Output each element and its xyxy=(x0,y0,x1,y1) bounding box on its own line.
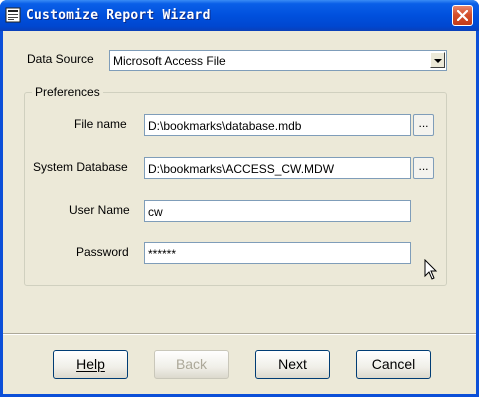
back-button: Back xyxy=(154,350,229,379)
help-button[interactable]: Help xyxy=(53,350,128,379)
window-title: Customize Report Wizard xyxy=(26,8,211,23)
footer-separator xyxy=(3,333,476,335)
wizard-window: Customize Report Wizard Data Source Micr… xyxy=(0,0,479,397)
back-button-label: Back xyxy=(175,356,208,372)
file-name-value: D:\bookmarks\database.mdb xyxy=(148,119,302,133)
next-button-label: Next xyxy=(278,356,307,372)
user-name-value: cw xyxy=(148,205,163,219)
dialog-body: Data Source Microsoft Access File Prefer… xyxy=(3,31,476,394)
app-icon xyxy=(5,7,21,23)
help-button-label: Help xyxy=(76,356,105,372)
system-database-value: D:\bookmarks\ACCESS_CW.MDW xyxy=(148,162,335,176)
cancel-button[interactable]: Cancel xyxy=(356,350,431,379)
password-value: ****** xyxy=(148,247,177,261)
preferences-title: Preferences xyxy=(32,85,103,99)
password-label: Password xyxy=(76,245,129,259)
file-name-field[interactable]: D:\bookmarks\database.mdb xyxy=(144,114,411,136)
chevron-down-icon[interactable] xyxy=(430,52,445,68)
password-field[interactable]: ****** xyxy=(144,242,411,264)
system-database-browse-button[interactable]: ... xyxy=(413,157,434,179)
data-source-label: Data Source xyxy=(27,52,94,66)
data-source-value: Microsoft Access File xyxy=(113,54,226,68)
close-icon xyxy=(457,10,468,21)
next-button[interactable]: Next xyxy=(255,350,330,379)
system-database-label: System Database xyxy=(33,160,128,174)
close-button[interactable] xyxy=(452,5,473,26)
system-database-field[interactable]: D:\bookmarks\ACCESS_CW.MDW xyxy=(144,157,411,179)
mouse-cursor-icon xyxy=(424,259,438,280)
title-bar[interactable]: Customize Report Wizard xyxy=(0,0,479,31)
user-name-field[interactable]: cw xyxy=(144,200,411,222)
file-name-browse-button[interactable]: ... xyxy=(413,114,434,136)
cancel-button-label: Cancel xyxy=(371,356,416,372)
file-name-label: File name xyxy=(74,117,127,131)
user-name-label: User Name xyxy=(69,203,130,217)
data-source-select[interactable]: Microsoft Access File xyxy=(109,50,447,71)
